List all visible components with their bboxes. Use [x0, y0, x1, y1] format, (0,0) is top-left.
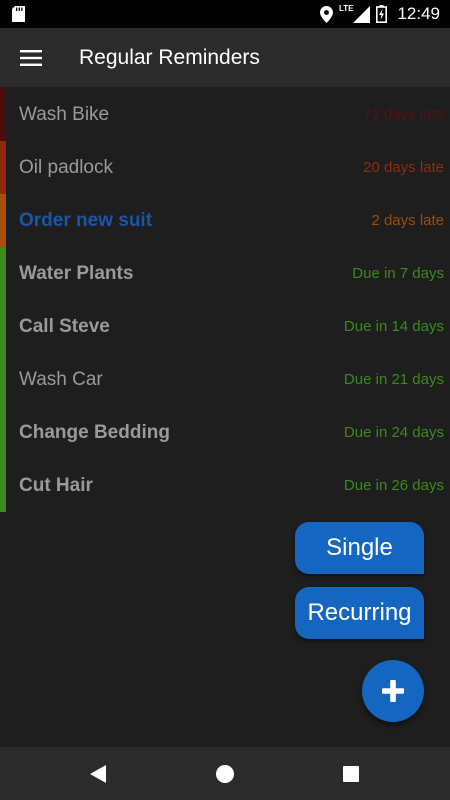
reminder-row[interactable]: Water Plants Due in 7 days	[0, 247, 450, 300]
reminder-row[interactable]: Order new suit 2 days late	[0, 194, 450, 247]
back-button[interactable]	[68, 747, 128, 800]
reminder-title: Cut Hair	[19, 474, 93, 496]
reminder-row[interactable]: Wash Bike 71 days late	[0, 88, 450, 141]
clock-time: 12:49	[397, 4, 440, 23]
reminder-status-bar	[0, 406, 6, 459]
recents-square-icon	[343, 765, 359, 782]
add-reminder-fab[interactable]	[362, 660, 424, 722]
reminder-due-status: Due in 26 days	[343, 477, 444, 494]
reminder-status-bar	[0, 353, 6, 406]
reminder-title: Wash Bike	[19, 103, 110, 125]
reminder-due-status: 2 days late	[371, 212, 444, 229]
system-navigation-bar	[0, 747, 450, 800]
navigation-drawer-button[interactable]	[0, 28, 62, 87]
reminder-title: Water Plants	[19, 262, 134, 284]
recents-button[interactable]	[321, 747, 381, 800]
hamburger-menu-icon	[20, 49, 42, 66]
app-toolbar: Regular Reminders	[0, 28, 450, 87]
reminder-status-bar	[0, 459, 6, 512]
reminder-due-status: 20 days late	[363, 159, 444, 176]
reminder-title: Change Bedding	[19, 421, 170, 443]
reminder-status-bar	[0, 88, 6, 141]
reminder-row[interactable]: Change Bedding Due in 24 days	[0, 406, 450, 459]
network-type-label: LTE	[338, 3, 354, 13]
home-circle-icon	[216, 764, 234, 783]
reminder-title: Oil padlock	[19, 156, 113, 178]
home-button[interactable]	[195, 747, 255, 800]
reminder-row[interactable]: Call Steve Due in 14 days	[0, 300, 450, 353]
add-single-reminder-button[interactable]: Single	[295, 522, 424, 574]
sd-card-icon	[12, 6, 25, 22]
reminder-due-status: Due in 21 days	[343, 371, 444, 388]
reminder-row[interactable]: Cut Hair Due in 26 days	[0, 459, 450, 512]
page-title: Regular Reminders	[79, 45, 260, 69]
battery-charging-icon	[376, 5, 388, 23]
reminder-status-bar	[0, 194, 6, 247]
reminder-due-status: 71 days late	[363, 106, 444, 123]
reminder-row[interactable]: Wash Car Due in 21 days	[0, 353, 450, 406]
reminder-due-status: Due in 7 days	[352, 265, 444, 282]
reminder-title: Order new suit	[19, 209, 153, 231]
add-recurring-reminder-button[interactable]: Recurring	[295, 587, 424, 639]
reminder-list: Wash Bike 71 days late Oil padlock 20 days …	[0, 88, 450, 512]
location-icon	[319, 5, 333, 23]
reminder-status-bar	[0, 247, 6, 300]
signal-icon	[353, 5, 371, 23]
plus-icon	[382, 680, 404, 702]
back-triangle-icon	[90, 764, 106, 783]
reminder-due-status: Due in 24 days	[343, 424, 444, 441]
reminder-status-bar	[0, 300, 6, 353]
status-bar: LTE 12:49	[0, 0, 450, 28]
reminder-status-bar	[0, 141, 6, 194]
reminder-title: Wash Car	[19, 368, 103, 390]
reminder-row[interactable]: Oil padlock 20 days late	[0, 141, 450, 194]
reminder-title: Call Steve	[19, 315, 110, 337]
reminder-due-status: Due in 14 days	[343, 318, 444, 335]
